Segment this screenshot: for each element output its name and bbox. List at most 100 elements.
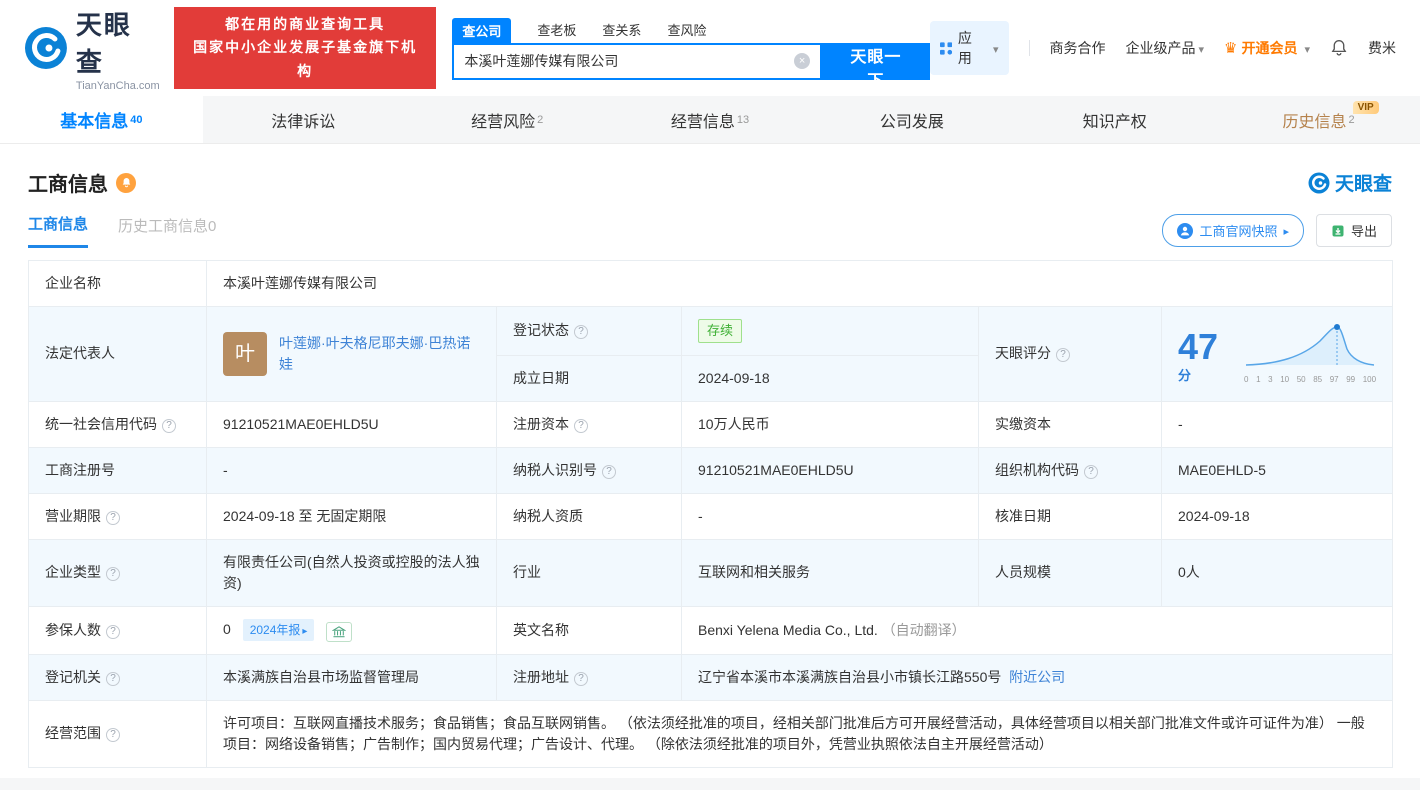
tianyancha-logo-icon <box>24 27 67 69</box>
menu-cooperation[interactable]: 商务合作 <box>1050 38 1106 58</box>
tab-business-info[interactable]: 工商信息 <box>28 213 89 248</box>
help-icon[interactable]: ? <box>1056 348 1070 363</box>
divider <box>1028 40 1030 56</box>
help-icon[interactable]: ? <box>574 418 588 433</box>
help-icon[interactable]: ? <box>106 567 120 581</box>
nav-tab-count: 13 <box>736 113 750 126</box>
footer-strip <box>0 777 1420 790</box>
field-label-reg-authority: 登记机关? <box>28 653 207 701</box>
nav-tab-history-info[interactable]: VIP 历史信息 2 <box>1217 96 1420 143</box>
notification-bell-icon[interactable] <box>1330 39 1348 57</box>
subscribe-bell-icon[interactable] <box>116 172 136 193</box>
help-icon[interactable]: ? <box>574 671 588 686</box>
row-reg-authority: 登记机关? 本溪满族自治县市场监督管理局 注册地址? 辽宁省本溪市本溪满族自治县… <box>28 653 1394 701</box>
taxpayer-id-label: 纳税人识别号 <box>513 461 597 478</box>
person-icon <box>1177 222 1194 239</box>
tianyancha-watermark-icon <box>1308 172 1330 193</box>
header-menu: 应用 商务合作 企业级产品 ♛开通会员 费米 <box>929 21 1396 75</box>
help-icon[interactable]: ? <box>106 510 120 525</box>
nav-tab-count: 2 <box>1348 113 1355 126</box>
row-credit-code: 统一社会信用代码? 91210521MAE0EHLD5U 注册资本? 10万人民… <box>28 400 1394 448</box>
reg-address-value: 辽宁省本溪市本溪满族自治县小市镇长江路550号 <box>698 668 1002 685</box>
search-tab-relation[interactable]: 查关系 <box>602 17 641 43</box>
tab-history-business-info[interactable]: 历史工商信息0 <box>118 215 216 247</box>
annual-report-badge[interactable]: 2024年报 <box>242 618 315 641</box>
nav-tab-label: 法律诉讼 <box>271 113 336 131</box>
help-icon[interactable]: ? <box>106 624 120 639</box>
field-value-business-term: 2024-09-18 至 无固定期限 <box>206 492 497 540</box>
tianyancha-logo[interactable]: 天眼查 TianYanCha.com <box>24 5 160 92</box>
field-label-business-term: 营业期限? <box>28 492 207 540</box>
search-tabs: 查公司 查老板 查关系 查风险 <box>452 17 929 43</box>
help-icon[interactable]: ? <box>106 671 120 686</box>
apps-button[interactable]: 应用 <box>929 21 1009 75</box>
field-label-reg-status: 登记状态? <box>496 306 682 356</box>
nav-tab-legal[interactable]: 法律诉讼 <box>203 96 406 143</box>
nearby-companies-link[interactable]: 附近公司 <box>1009 669 1065 685</box>
status-badge: 存续 <box>698 319 743 343</box>
field-label-company-type: 企业类型? <box>28 538 207 607</box>
score-axis-ticks: 0 1 3 10 50 85 97 99 100 <box>1244 375 1377 385</box>
nav-tab-company-development[interactable]: 公司发展 <box>811 96 1014 143</box>
credit-code-label: 统一社会信用代码 <box>45 415 157 432</box>
nav-tab-basic-info[interactable]: 基本信息 40 <box>0 96 203 143</box>
search-button[interactable]: 天眼一下 <box>822 42 930 90</box>
company-type-label: 企业类型 <box>45 564 101 580</box>
help-icon[interactable]: ? <box>602 464 616 479</box>
row-company-name: 企业名称 本溪叶莲娜传媒有限公司 <box>28 260 1394 307</box>
export-button[interactable]: 导出 <box>1315 214 1392 247</box>
search-tab-risk[interactable]: 查风险 <box>667 17 706 43</box>
auto-translate-note: （自动翻译） <box>881 621 966 638</box>
score-value: 47 <box>1178 326 1219 368</box>
score-unit: 分 <box>1178 368 1192 384</box>
legal-rep-link[interactable]: 叶莲娜·叶夫格尼耶夫娜·巴热诺娃 <box>279 333 480 375</box>
field-value-score: 47分 0 1 3 10 50 85 97 99 100 <box>1160 306 1394 402</box>
apps-label: 应用 <box>957 30 972 66</box>
field-value-business-scope: 许可项目：互联网直播技术服务；食品销售；食品互联网销售。 （依法须经批准的项目，… <box>205 699 1394 768</box>
business-scope-label: 经营范围 <box>45 725 101 741</box>
row-insured-count: 参保人数? 0 2024年报 英文名称 Benxi Yelena Media C… <box>28 605 1394 655</box>
help-icon[interactable]: ? <box>162 418 176 433</box>
field-value-taxpayer-id: 91210521MAE0EHLD5U <box>681 446 979 494</box>
legal-rep-avatar[interactable]: 叶 <box>223 331 267 376</box>
export-label: 导出 <box>1350 224 1377 239</box>
nav-tab-label: 基本信息 <box>60 112 129 131</box>
menu-open-vip[interactable]: ♛ 开通会员 <box>1224 38 1310 58</box>
help-icon[interactable]: ? <box>106 728 120 742</box>
nav-tab-label: 经营信息 <box>670 113 735 131</box>
field-value-reg-status: 存续 <box>681 306 979 356</box>
field-label-org-code: 组织机构代码? <box>978 446 1162 494</box>
nav-tab-operating-info[interactable]: 经营信息 13 <box>609 96 812 143</box>
org-code-label: 组织机构代码 <box>995 461 1079 478</box>
field-label-industry: 行业 <box>496 538 682 607</box>
field-value-approve-date: 2024-09-18 <box>1160 492 1394 540</box>
field-value-english-name: Benxi Yelena Media Co., Ltd. （自动翻译） <box>680 605 1394 655</box>
field-value-reg-capital: 10万人民币 <box>681 400 979 448</box>
search-area: 查公司 查老板 查关系 查风险 × 天眼一下 <box>452 17 930 90</box>
nav-tab-operating-risk[interactable]: 经营风险 2 <box>406 96 609 143</box>
nav-tab-intellectual-property[interactable]: 知识产权 <box>1014 96 1217 143</box>
field-value-reg-number: - <box>206 446 497 494</box>
field-label-reg-number: 工商注册号 <box>28 446 207 494</box>
subtab-row: 工商信息 历史工商信息0 工商官网快照 导出 <box>0 203 1420 248</box>
nav-tab-count: 40 <box>130 113 143 126</box>
search-tab-boss[interactable]: 查老板 <box>537 17 576 43</box>
enterprise-products-label: 企业级产品 <box>1125 40 1196 56</box>
building-icon <box>332 625 347 637</box>
clear-icon[interactable]: × <box>794 53 811 69</box>
user-menu[interactable]: 费米 <box>1368 38 1396 58</box>
field-label-company-name: 企业名称 <box>28 260 207 307</box>
menu-enterprise-products[interactable]: 企业级产品 <box>1126 38 1205 58</box>
official-snapshot-button[interactable]: 工商官网快照 <box>1162 214 1304 247</box>
business-info-table: 企业名称 本溪叶莲娜传媒有限公司 法定代表人 叶 叶莲娜·叶夫格尼耶夫娜·巴热诺… <box>28 260 1394 768</box>
search-tab-company[interactable]: 查公司 <box>452 17 512 43</box>
help-icon[interactable]: ? <box>574 325 588 340</box>
help-icon[interactable]: ? <box>1084 464 1098 479</box>
section-title: 工商信息 <box>28 174 108 196</box>
search-input[interactable] <box>464 53 795 69</box>
row-business-scope: 经营范围? 许可项目：互联网直播技术服务；食品销售；食品互联网销售。 （依法须经… <box>28 699 1394 768</box>
business-term-label: 营业期限 <box>45 507 101 524</box>
annual-report-archive-button[interactable] <box>326 621 353 642</box>
score-chart: 0 1 3 10 50 85 97 99 100 <box>1244 321 1376 386</box>
nav-tab-label: 知识产权 <box>1082 113 1147 131</box>
